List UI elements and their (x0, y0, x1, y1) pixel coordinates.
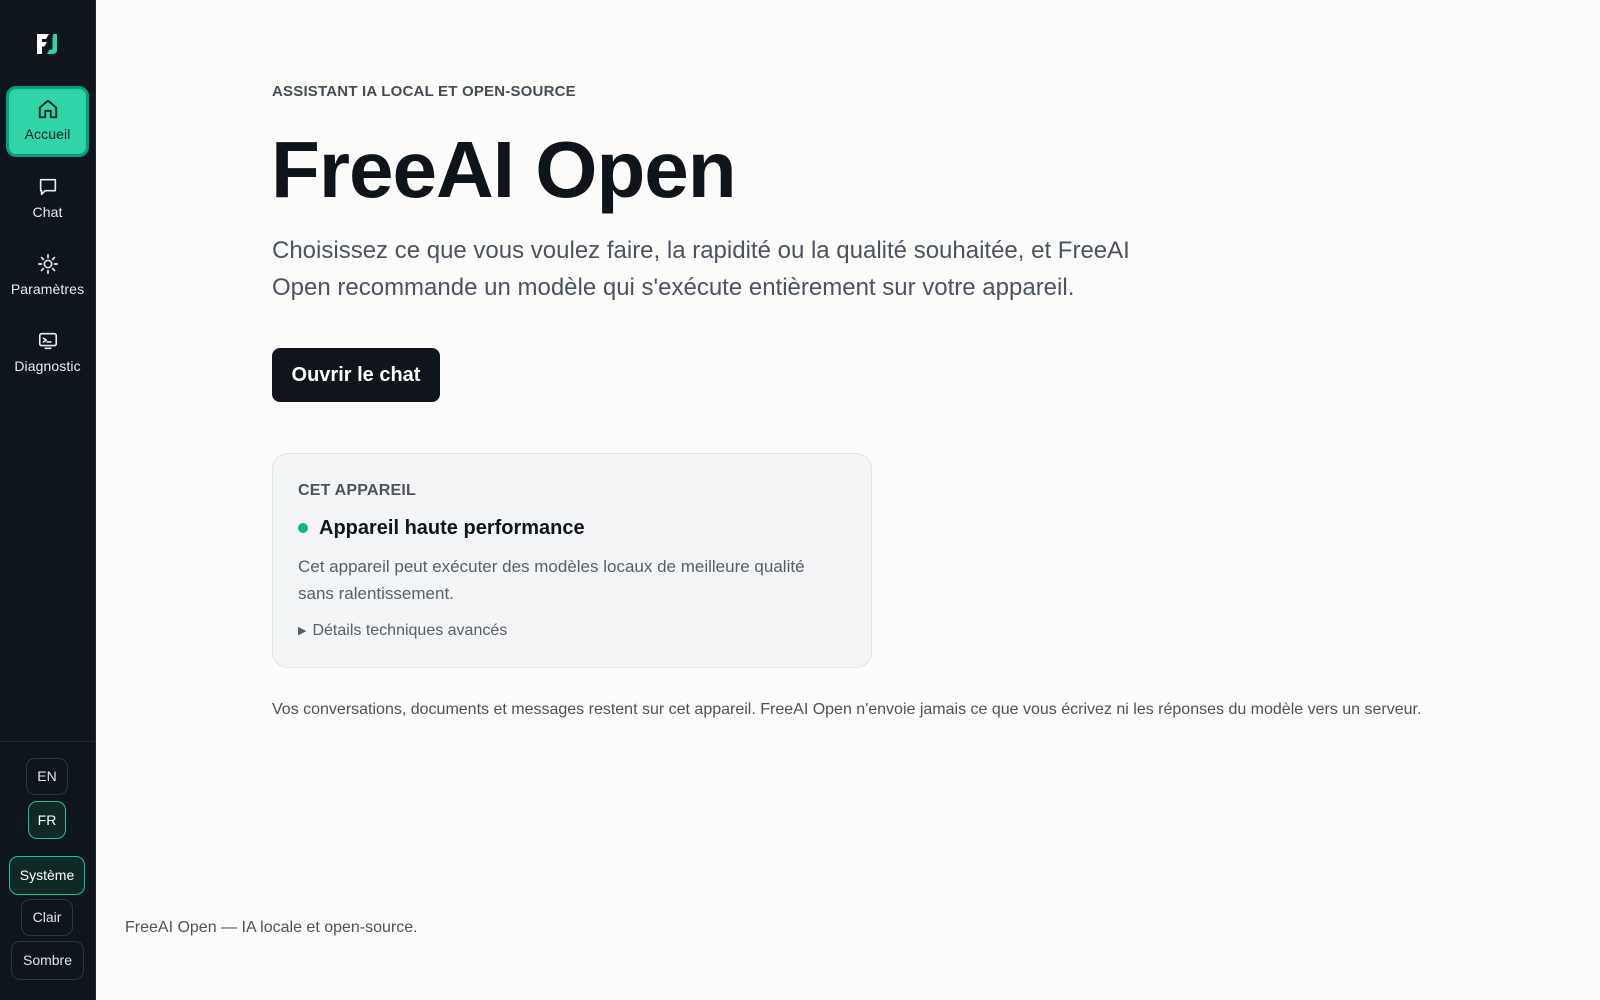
sidebar-item-chat[interactable]: Chat (6, 162, 89, 233)
open-chat-button[interactable]: Ouvrir le chat (272, 348, 440, 402)
home-icon (38, 99, 57, 119)
device-card: CET APPAREIL Appareil haute performance … (272, 453, 872, 668)
monitor-terminal-icon (38, 332, 57, 350)
sidebar-item-parametres[interactable]: Paramètres (6, 239, 89, 310)
sidebar: Accueil Chat Paramètres Diagnostic EN FR… (0, 0, 96, 1000)
hero-subtitle: Choisissez ce que vous voulez faire, la … (272, 237, 1130, 301)
sidebar-item-label: Diagnostic (14, 358, 81, 374)
theme-light-button[interactable]: Clair (21, 899, 73, 936)
sidebar-item-accueil[interactable]: Accueil (6, 86, 89, 157)
hero-eyebrow: ASSISTANT IA LOCAL ET OPEN-SOURCE (272, 83, 576, 100)
sidebar-item-label: Chat (32, 204, 63, 220)
advanced-details-label: Détails techniques avancés (312, 622, 508, 639)
status-dot-icon (298, 523, 308, 533)
sidebar-item-diagnostic[interactable]: Diagnostic (6, 316, 89, 387)
page-title: FreeAI Open (271, 125, 737, 214)
sidebar-item-label: Accueil (24, 126, 71, 142)
disclosure-triangle-icon: ▶ (298, 625, 307, 637)
language-en-button[interactable]: EN (26, 758, 68, 795)
footer-text: FreeAI Open — IA locale et open-source. (125, 919, 418, 936)
chat-bubble-icon (39, 178, 56, 196)
privacy-note: Vos conversations, documents et messages… (272, 701, 1422, 718)
device-card-description: Cet appareil peut exécuter des modèles l… (298, 557, 805, 603)
language-fr-button[interactable]: FR (28, 801, 66, 839)
theme-dark-button[interactable]: Sombre (11, 941, 84, 980)
freeai-logo-icon[interactable] (33, 30, 61, 58)
sidebar-item-label: Paramètres (10, 281, 85, 297)
device-card-eyebrow: CET APPAREIL (298, 482, 416, 499)
gear-icon (37, 254, 58, 274)
advanced-details-toggle[interactable]: ▶ Détails techniques avancés (298, 622, 507, 640)
main-content: ASSISTANT IA LOCAL ET OPEN-SOURCE FreeAI… (95, 0, 1600, 1000)
theme-system-button[interactable]: Système (9, 856, 85, 895)
sidebar-divider (0, 741, 95, 742)
device-card-heading: Appareil haute performance (319, 517, 585, 539)
app-window: Accueil Chat Paramètres Diagnostic EN FR… (0, 0, 1600, 1000)
